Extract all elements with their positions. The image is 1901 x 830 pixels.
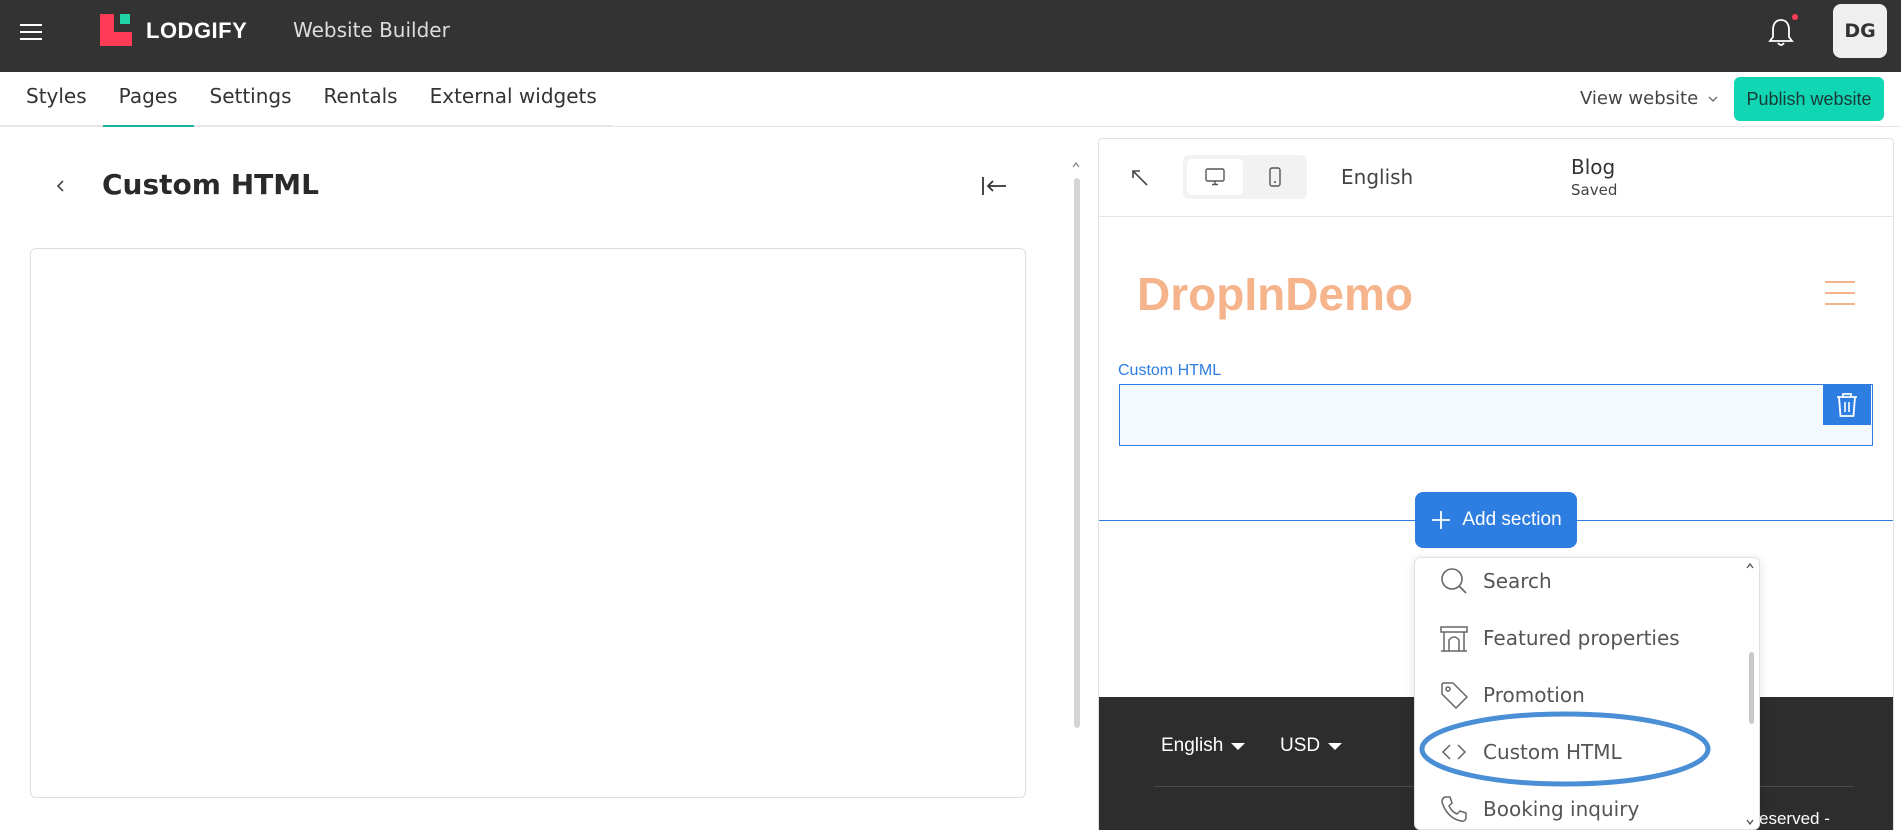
section-label: Custom HTML bbox=[1118, 362, 1222, 379]
caret-down-icon bbox=[1231, 742, 1246, 750]
app-title: Website Builder bbox=[293, 18, 450, 42]
delete-section-button[interactable] bbox=[1823, 385, 1871, 425]
top-bar: LODGIFY Website Builder DG bbox=[0, 0, 1901, 72]
dropdown-item-label: Featured properties bbox=[1483, 626, 1680, 650]
dropdown-item-featured-properties[interactable]: Featured properties bbox=[1415, 615, 1745, 661]
add-section-label: Add section bbox=[1462, 509, 1562, 530]
footer-language-select[interactable]: English bbox=[1161, 735, 1246, 757]
highlight-ellipse bbox=[1419, 711, 1711, 787]
tab-rentals[interactable]: Rentals bbox=[308, 72, 414, 126]
site-menu-icon[interactable] bbox=[1825, 281, 1855, 307]
plus-icon bbox=[1432, 511, 1451, 529]
tab-settings[interactable]: Settings bbox=[194, 72, 308, 126]
mobile-view-button[interactable] bbox=[1247, 159, 1303, 195]
panel-scrollbar[interactable] bbox=[1074, 178, 1080, 728]
panel-title: Custom HTML bbox=[102, 168, 319, 201]
scroll-up-icon[interactable] bbox=[1071, 160, 1081, 170]
expand-arrow-icon[interactable] bbox=[1131, 169, 1149, 187]
desktop-view-button[interactable] bbox=[1187, 159, 1243, 195]
lodgify-logo-icon bbox=[100, 14, 132, 46]
footer-currency-select[interactable]: USD bbox=[1280, 735, 1343, 757]
mobile-icon bbox=[1269, 167, 1281, 187]
avatar[interactable]: DG bbox=[1833, 4, 1887, 58]
scroll-up-icon[interactable] bbox=[1745, 562, 1755, 570]
view-website-label: View website bbox=[1580, 88, 1699, 109]
caret-down-icon bbox=[1328, 742, 1343, 750]
preview-language[interactable]: English bbox=[1341, 165, 1413, 189]
building-icon bbox=[1440, 626, 1468, 652]
dropdown-item-search[interactable]: Search bbox=[1415, 558, 1745, 604]
scroll-down-icon[interactable] bbox=[1745, 818, 1755, 826]
tab-styles[interactable]: Styles bbox=[0, 72, 103, 126]
html-code-editor[interactable] bbox=[30, 248, 1026, 798]
add-section-button[interactable]: Add section bbox=[1415, 492, 1577, 548]
notification-dot bbox=[1792, 14, 1798, 20]
footer-language-label: English bbox=[1161, 735, 1224, 756]
search-icon bbox=[1441, 568, 1467, 594]
nav-bar: Styles Pages Settings Rentals External w… bbox=[0, 72, 1901, 127]
dropdown-item-booking-inquiry[interactable]: Booking inquiry bbox=[1415, 786, 1745, 829]
save-status: Saved bbox=[1571, 181, 1618, 199]
brand-name: LODGIFY bbox=[146, 18, 248, 43]
trash-icon bbox=[1837, 393, 1857, 417]
publish-website-button[interactable]: Publish website bbox=[1734, 77, 1884, 121]
tab-external-widgets[interactable]: External widgets bbox=[414, 72, 613, 126]
tag-icon bbox=[1441, 682, 1468, 709]
phone-icon bbox=[1441, 796, 1467, 822]
bell-icon[interactable] bbox=[1766, 16, 1796, 48]
view-website-dropdown[interactable]: View website bbox=[1580, 88, 1718, 109]
back-chevron-icon[interactable] bbox=[54, 178, 68, 194]
tab-list: Styles Pages Settings Rentals External w… bbox=[0, 72, 613, 127]
preview-toolbar: English Blog Saved bbox=[1099, 139, 1893, 217]
collapse-panel-icon[interactable] bbox=[980, 175, 1008, 197]
desktop-icon bbox=[1205, 168, 1225, 186]
chevron-down-icon bbox=[1708, 96, 1718, 102]
dropdown-item-label: Promotion bbox=[1483, 683, 1585, 707]
dropdown-scrollbar-thumb[interactable] bbox=[1749, 652, 1754, 724]
footer-currency-label: USD bbox=[1280, 735, 1321, 756]
menu-icon[interactable] bbox=[20, 24, 42, 40]
section-type-dropdown: Search Featured properties Promotion Cus… bbox=[1414, 557, 1760, 830]
device-toggle bbox=[1183, 155, 1307, 199]
page-name: Blog bbox=[1571, 155, 1616, 179]
dropdown-item-label: Search bbox=[1483, 569, 1552, 593]
dropdown-item-label: Booking inquiry bbox=[1483, 797, 1640, 821]
tab-pages[interactable]: Pages bbox=[102, 72, 194, 127]
custom-html-section[interactable] bbox=[1119, 384, 1873, 446]
footer-copyright: eserved - bbox=[1759, 809, 1830, 828]
site-logo: DropInDemo bbox=[1137, 268, 1413, 320]
